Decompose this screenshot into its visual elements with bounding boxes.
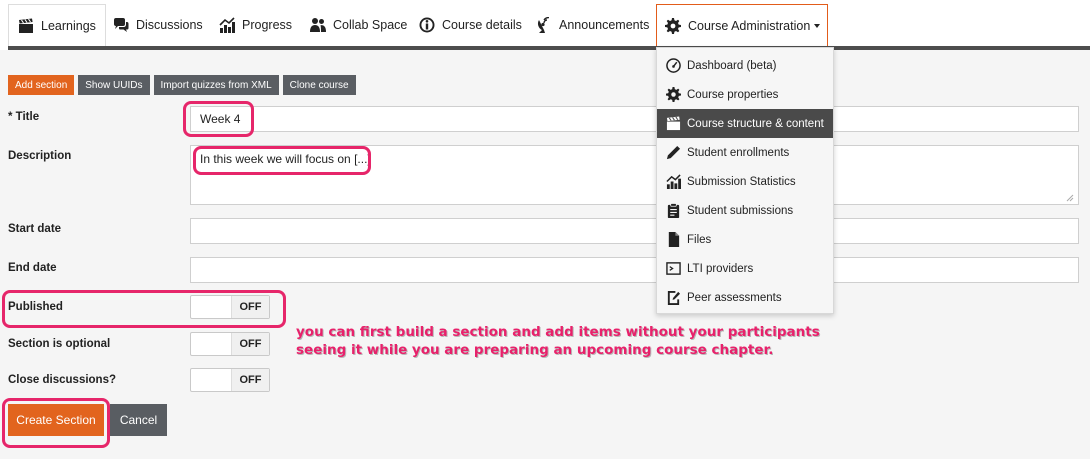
resize-grip-icon[interactable] — [1064, 192, 1074, 202]
optional-label: Section is optional — [8, 338, 111, 350]
users-icon — [310, 18, 326, 32]
tab-label: Course details — [442, 18, 522, 32]
menu-item-lti-providers[interactable]: LTI providers — [657, 254, 833, 283]
clapperboard-icon — [19, 18, 33, 33]
tab-announcements[interactable]: Announcements — [536, 4, 649, 46]
close-discussions-label: Close discussions? — [8, 374, 117, 386]
dashboard-gauge-icon — [666, 58, 681, 73]
tab-label: Learnings — [41, 18, 96, 33]
pencil-icon — [666, 145, 681, 160]
annotation-line-2: seeing it while you are preparing an upc… — [296, 342, 774, 358]
start-date-label: Start date — [8, 223, 62, 235]
optional-toggle[interactable]: OFF — [190, 332, 270, 356]
menu-item-label: Peer assessments — [687, 291, 782, 304]
import-quizzes-button[interactable]: Import quizzes from XML — [153, 75, 279, 95]
terminal-icon — [666, 262, 681, 275]
menu-item-label: Submission Statistics — [687, 175, 796, 188]
tab-course-details[interactable]: Course details — [419, 4, 522, 46]
toggle-state: OFF — [231, 296, 269, 318]
tab-course-administration[interactable]: Course Administration — [656, 4, 829, 46]
gear-icon — [665, 17, 681, 34]
file-icon — [668, 232, 680, 247]
speech-bubbles-icon — [114, 18, 129, 32]
title-label: * Title — [8, 111, 40, 123]
tab-label: Announcements — [559, 18, 650, 32]
tab-learnings[interactable]: Learnings — [8, 4, 106, 46]
published-toggle[interactable]: OFF — [190, 295, 270, 319]
menu-item-label: LTI providers — [687, 262, 754, 275]
add-section-button[interactable]: Add section — [8, 75, 75, 95]
toggle-state: OFF — [231, 333, 269, 355]
tab-label: Course Administration — [688, 18, 811, 33]
bar-chart-icon — [666, 174, 681, 189]
clipboard-icon — [667, 203, 680, 218]
menu-item-label: Student submissions — [687, 204, 794, 217]
menu-item-label: Dashboard (beta) — [687, 59, 777, 72]
course-administration-menu: Dashboard (beta) Course properties Cours… — [656, 47, 834, 314]
tab-discussions[interactable]: Discussions — [113, 4, 203, 46]
tab-label: Progress — [242, 18, 293, 32]
menu-item-label: Course properties — [687, 88, 779, 101]
title-input[interactable] — [190, 106, 1079, 132]
menu-item-label: Student enrollments — [687, 146, 790, 159]
published-label: Published — [8, 301, 63, 313]
bar-chart-icon — [219, 17, 235, 33]
menu-item-course-structure[interactable]: Course structure & content — [657, 109, 833, 138]
edit-document-icon — [667, 290, 681, 305]
menu-item-submission-statistics[interactable]: Submission Statistics — [657, 167, 833, 196]
end-date-input[interactable] — [190, 257, 1079, 283]
start-date-input[interactable] — [190, 218, 1079, 244]
course-tab-bar: Learnings Discussions Progress Collab Sp… — [0, 0, 1090, 50]
toggle-state: OFF — [231, 369, 269, 391]
section-toolbar: Add section Show UUIDs Import quizzes fr… — [8, 75, 356, 95]
tab-collab-space[interactable]: Collab Space — [310, 4, 407, 46]
tab-progress[interactable]: Progress — [219, 4, 292, 46]
menu-item-student-enrollments[interactable]: Student enrollments — [657, 138, 833, 167]
close-discussions-toggle[interactable]: OFF — [190, 368, 270, 392]
annotation-note: you can first build a section and add it… — [296, 323, 856, 359]
clone-course-button[interactable]: Clone course — [282, 75, 356, 95]
tab-label: Discussions — [136, 18, 203, 32]
menu-item-dashboard[interactable]: Dashboard (beta) — [657, 51, 833, 80]
menu-item-label: Course structure & content — [687, 117, 824, 130]
description-label: Description — [8, 150, 72, 162]
tab-label: Collab Space — [333, 18, 408, 32]
menu-item-files[interactable]: Files — [657, 225, 833, 254]
menu-item-course-properties[interactable]: Course properties — [657, 80, 833, 109]
clapperboard-icon — [666, 116, 681, 131]
info-icon — [419, 17, 435, 33]
broadcast-icon — [537, 17, 550, 33]
description-textarea[interactable]: In this week we will focus on [...] — [190, 145, 1079, 205]
end-date-label: End date — [8, 262, 57, 274]
menu-item-peer-assessments[interactable]: Peer assessments — [657, 283, 833, 312]
annotation-line-1: you can first build a section and add it… — [296, 324, 820, 340]
chevron-down-icon — [814, 23, 821, 28]
menu-item-student-submissions[interactable]: Student submissions — [657, 196, 833, 225]
gear-icon — [666, 87, 681, 102]
show-uuids-button[interactable]: Show UUIDs — [78, 75, 150, 95]
menu-item-label: Files — [687, 233, 712, 246]
cancel-button[interactable]: Cancel — [110, 404, 167, 436]
create-section-button[interactable]: Create Section — [8, 404, 104, 436]
